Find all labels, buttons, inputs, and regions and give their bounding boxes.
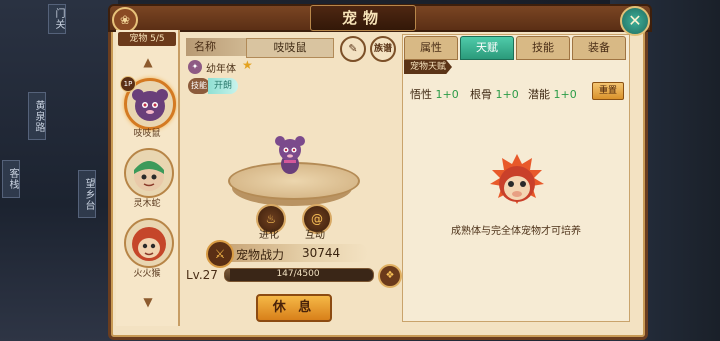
skill-status: 开朗 bbox=[208, 78, 238, 94]
rest-button[interactable]: 休 息 bbox=[256, 294, 332, 322]
tab-equipment[interactable]: 装备 bbox=[572, 36, 626, 60]
star-icon: ★ bbox=[242, 58, 253, 72]
tab-attributes[interactable]: 属性 bbox=[404, 36, 458, 60]
sign-inn: 客栈 bbox=[2, 160, 20, 198]
stat-potential: 潜能 1+0 bbox=[528, 86, 577, 102]
pet-stage: 幼年体 bbox=[206, 64, 236, 75]
flame-icon: ♨ bbox=[265, 212, 277, 226]
stage-icon: ✦ bbox=[188, 60, 202, 74]
talent-hint: 成熟体与完全体宠物才可培养 bbox=[451, 226, 581, 237]
brush-icon: ✎ bbox=[348, 42, 358, 55]
sign-wangxiang-terrace: 望乡台 bbox=[78, 170, 96, 218]
pet-name-field: 吱吱鼠 bbox=[246, 38, 334, 58]
stat-label: 悟性 bbox=[410, 88, 432, 101]
wing-icon: ❖ bbox=[385, 270, 395, 281]
stat-label: 潜能 bbox=[528, 88, 550, 101]
pet-name-3: 火火猴 bbox=[133, 269, 161, 279]
stat-value: 1+0 bbox=[553, 88, 577, 101]
power-icon: ⚔ bbox=[206, 240, 234, 268]
skill-tag: 技能 bbox=[188, 78, 210, 94]
level-up-button[interactable]: ❖ bbox=[378, 264, 402, 288]
pet-name-1: 吱吱鼠 bbox=[133, 129, 161, 139]
name-label: 名称 bbox=[186, 38, 254, 56]
interact-label: 互动 bbox=[305, 230, 325, 241]
section-label: 宠物天赋 bbox=[404, 60, 452, 74]
snake-avatar bbox=[134, 161, 164, 191]
pet-name-2: 灵木蛇 bbox=[133, 199, 161, 209]
pet-model bbox=[275, 136, 305, 174]
close-button[interactable]: ✕ bbox=[620, 6, 650, 36]
stat-comprehension: 悟性 1+0 bbox=[410, 86, 459, 102]
stat-value: 1+0 bbox=[435, 88, 459, 101]
stat-label: 根骨 bbox=[470, 88, 492, 101]
sign-gate: 门关 bbox=[48, 4, 66, 34]
swirl-icon: @ bbox=[311, 212, 323, 226]
close-icon: ✕ bbox=[628, 11, 642, 30]
lineage-button[interactable]: 族谱 bbox=[370, 36, 396, 62]
rename-button[interactable]: ✎ bbox=[340, 36, 366, 62]
selected-badge: 1P bbox=[120, 76, 136, 92]
monkey-avatar bbox=[132, 227, 166, 261]
pet-level: Lv.27 bbox=[186, 268, 218, 282]
stat-value: 1+0 bbox=[495, 88, 519, 101]
monkey-mascot-icon bbox=[490, 154, 544, 204]
scroll-up-icon[interactable]: ▲ bbox=[138, 56, 158, 68]
xp-text: 147/4500 bbox=[276, 269, 320, 279]
reset-button[interactable]: 重置 bbox=[592, 82, 624, 100]
tab-skills[interactable]: 技能 bbox=[516, 36, 570, 60]
tab-talent[interactable]: 天赋 bbox=[460, 36, 514, 60]
window-title: 宠物 bbox=[310, 5, 416, 31]
evolve-label: 进化 bbox=[259, 230, 279, 241]
power-value: 30744 bbox=[302, 246, 341, 260]
pet-slot-2[interactable] bbox=[124, 148, 174, 198]
stat-constitution: 根骨 1+0 bbox=[470, 86, 519, 102]
power-label: 宠物战力 bbox=[236, 248, 285, 262]
scroll-down-icon[interactable]: ▼ bbox=[138, 296, 158, 308]
pet-slot-3[interactable] bbox=[124, 218, 174, 268]
sign-huangquan-road: 黄泉路 bbox=[28, 92, 46, 140]
pet-count: 宠物 5/5 bbox=[118, 32, 176, 46]
